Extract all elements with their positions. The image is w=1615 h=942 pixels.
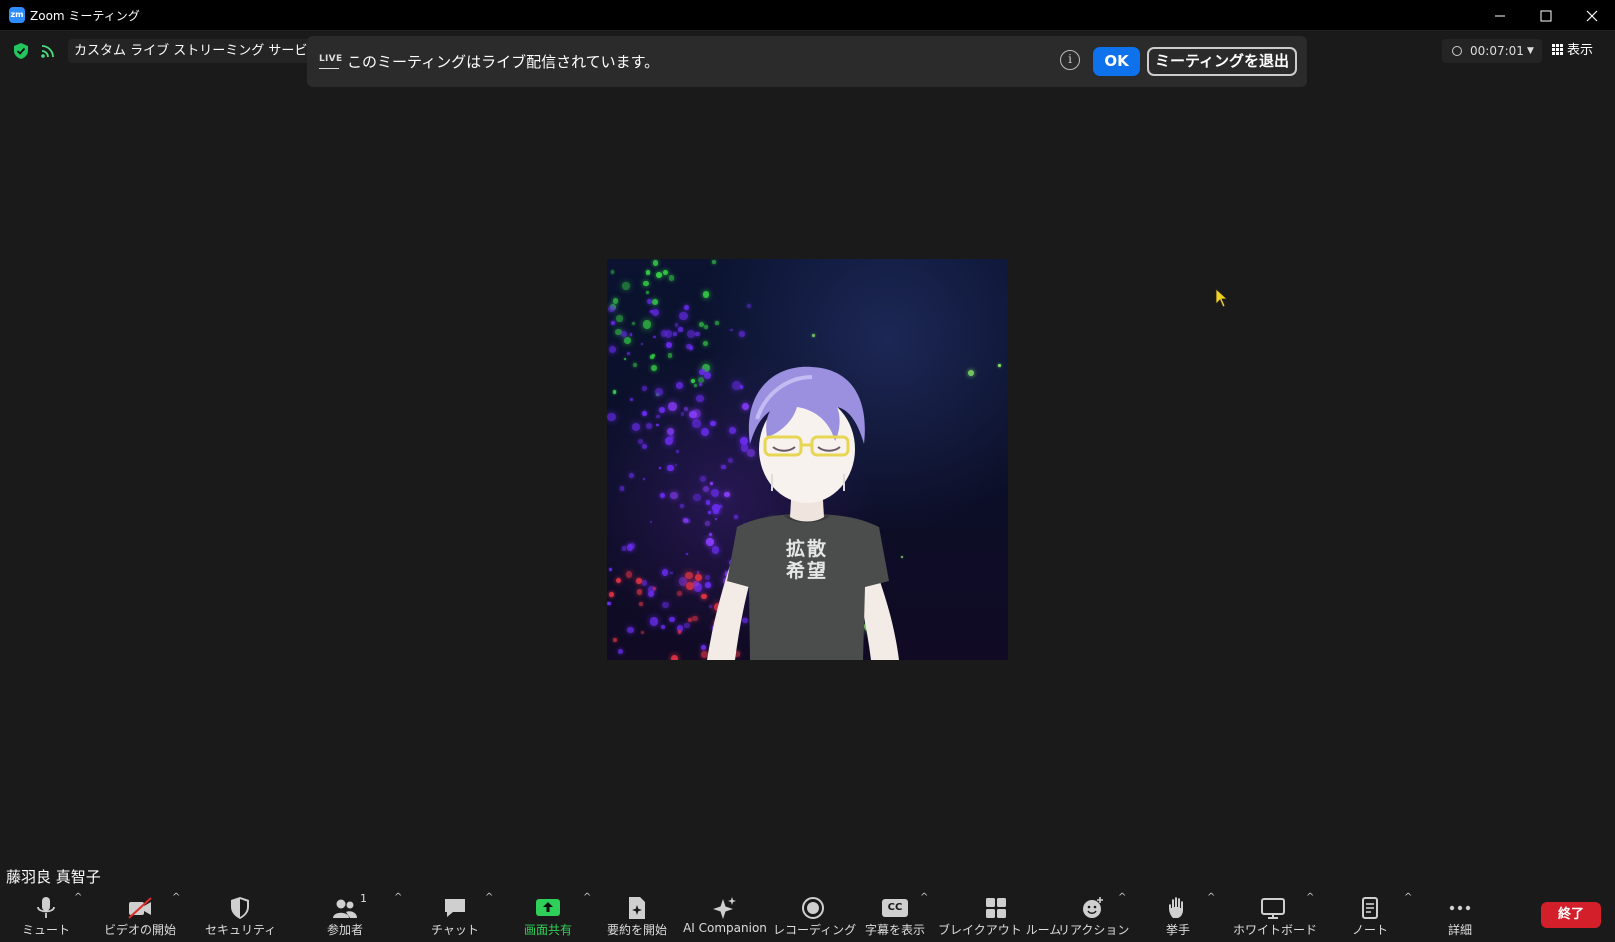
close-button[interactable]	[1569, 0, 1615, 31]
captions-badge: CC	[887, 902, 903, 913]
participants-icon	[333, 899, 357, 918]
share-options-caret[interactable]: ^	[583, 892, 591, 903]
video-tile[interactable]: 拡散希望	[607, 259, 1008, 660]
participants-count: 1	[360, 892, 367, 905]
live-badge: LIVE	[319, 53, 342, 69]
participants-button[interactable]: 1 参加者	[315, 890, 375, 942]
participants-label: 参加者	[326, 923, 363, 937]
meeting-timer[interactable]: 00:07:01 ▼	[1442, 39, 1542, 63]
start-summary-label: 要約を開始	[606, 923, 667, 937]
title-bar: zm Zoom ミーティング	[0, 0, 1615, 31]
start-video-label: ビデオの開始	[103, 923, 176, 937]
ai-companion-button[interactable]: AI Companion	[680, 890, 770, 942]
window-title: Zoom ミーティング	[30, 9, 140, 23]
notes-button[interactable]: ノート	[1350, 890, 1390, 942]
grid-icon	[1552, 44, 1563, 55]
end-meeting-button[interactable]: 終了	[1541, 902, 1601, 928]
live-stream-banner: LIVE このミーティングはライブ配信されています。 i OK ミーティングを退…	[307, 36, 1307, 87]
reactions-label: リアクション	[1058, 923, 1130, 937]
start-video-button[interactable]: ビデオの開始	[100, 890, 180, 942]
share-screen-button[interactable]: 画面共有	[518, 890, 578, 942]
captions-icon: CC	[882, 899, 908, 917]
minimize-icon	[1495, 15, 1505, 17]
live-message: このミーティングはライブ配信されています。	[347, 53, 660, 71]
raise-hand-options-caret[interactable]: ^	[1207, 892, 1215, 903]
avatar-image	[707, 366, 899, 660]
reactions-options-caret[interactable]: ^	[1118, 892, 1126, 903]
meeting-toolbar: ミュート ^ ビデオの開始 ^ セキュリティ 1 参加者 ^ チャット ^ 画面…	[0, 890, 1615, 942]
recording-label: レコーディング	[773, 923, 857, 937]
summary-document-icon	[629, 897, 645, 919]
mute-options-caret[interactable]: ^	[74, 892, 82, 903]
zoom-app-icon: zm	[9, 7, 25, 23]
leave-meeting-button[interactable]: ミーティングを退出	[1147, 47, 1297, 76]
raise-hand-button[interactable]: 挙手	[1158, 890, 1198, 942]
ok-button[interactable]: OK	[1093, 47, 1140, 76]
chevron-down-icon: ▼	[1527, 46, 1534, 56]
sparkle-icon	[713, 897, 736, 919]
notes-label: ノート	[1351, 923, 1388, 937]
whiteboard-button[interactable]: ホワイトボード	[1233, 890, 1318, 942]
record-icon	[802, 897, 824, 919]
start-summary-button[interactable]: 要約を開始	[602, 890, 672, 942]
more-dots-icon	[1449, 905, 1471, 911]
emoji-add-icon	[1083, 897, 1103, 918]
shirt-text: 拡散希望	[785, 538, 828, 582]
info-icon[interactable]: i	[1060, 50, 1080, 70]
stream-service-label: カスタム ライブ ストリーミング サービス	[74, 43, 321, 59]
mute-label: ミュート	[21, 923, 70, 937]
participants-options-caret[interactable]: ^	[394, 892, 402, 903]
share-screen-icon	[536, 899, 560, 916]
video-off-icon	[128, 897, 152, 919]
mouse-cursor-icon	[1215, 288, 1229, 308]
stream-service-dropdown[interactable]: カスタム ライブ ストリーミング サービス▼	[68, 39, 339, 63]
recording-button[interactable]: レコーディング	[773, 890, 857, 942]
chat-icon	[445, 899, 465, 917]
maximize-button[interactable]	[1523, 0, 1569, 31]
shield-check-icon[interactable]	[12, 42, 30, 60]
captions-label: 字幕を表示	[864, 923, 925, 937]
raise-hand-label: 挙手	[1165, 923, 1190, 937]
breakout-rooms-button[interactable]: ブレイクアウト ルーム	[938, 890, 1062, 942]
more-button[interactable]: 詳細	[1440, 890, 1480, 942]
whiteboard-label: ホワイトボード	[1233, 923, 1318, 937]
chat-button[interactable]: チャット	[425, 890, 485, 942]
minimize-button[interactable]	[1477, 0, 1523, 31]
view-label: 表示	[1567, 43, 1594, 58]
notes-options-caret[interactable]: ^	[1404, 892, 1412, 903]
shield-icon	[231, 897, 249, 919]
close-icon	[1586, 10, 1598, 22]
chat-options-caret[interactable]: ^	[485, 892, 493, 903]
ai-companion-label: AI Companion	[683, 921, 767, 935]
whiteboard-options-caret[interactable]: ^	[1306, 892, 1314, 903]
participant-name: 藤羽良 真智子	[3, 866, 104, 888]
microphone-icon	[37, 897, 55, 918]
notes-icon	[1362, 897, 1378, 919]
video-options-caret[interactable]: ^	[172, 892, 180, 903]
whiteboard-icon	[1261, 898, 1285, 919]
captions-options-caret[interactable]: ^	[920, 892, 928, 903]
maximize-icon	[1540, 10, 1552, 22]
security-button[interactable]: セキュリティ	[205, 890, 277, 942]
breakout-grid-icon	[985, 898, 1006, 918]
more-label: 詳細	[1447, 923, 1472, 937]
live-feed-icon[interactable]	[39, 42, 57, 60]
security-label: セキュリティ	[205, 923, 277, 937]
share-screen-label: 画面共有	[523, 923, 572, 937]
chat-label: チャット	[431, 923, 479, 937]
timer-text: 00:07:01	[1470, 44, 1524, 58]
mute-button[interactable]: ミュート	[20, 890, 72, 942]
clock-icon	[1452, 46, 1462, 56]
breakout-rooms-label: ブレイクアウト ルーム	[938, 923, 1062, 937]
view-button[interactable]: 表示	[1552, 39, 1593, 63]
hand-icon	[1169, 897, 1183, 918]
